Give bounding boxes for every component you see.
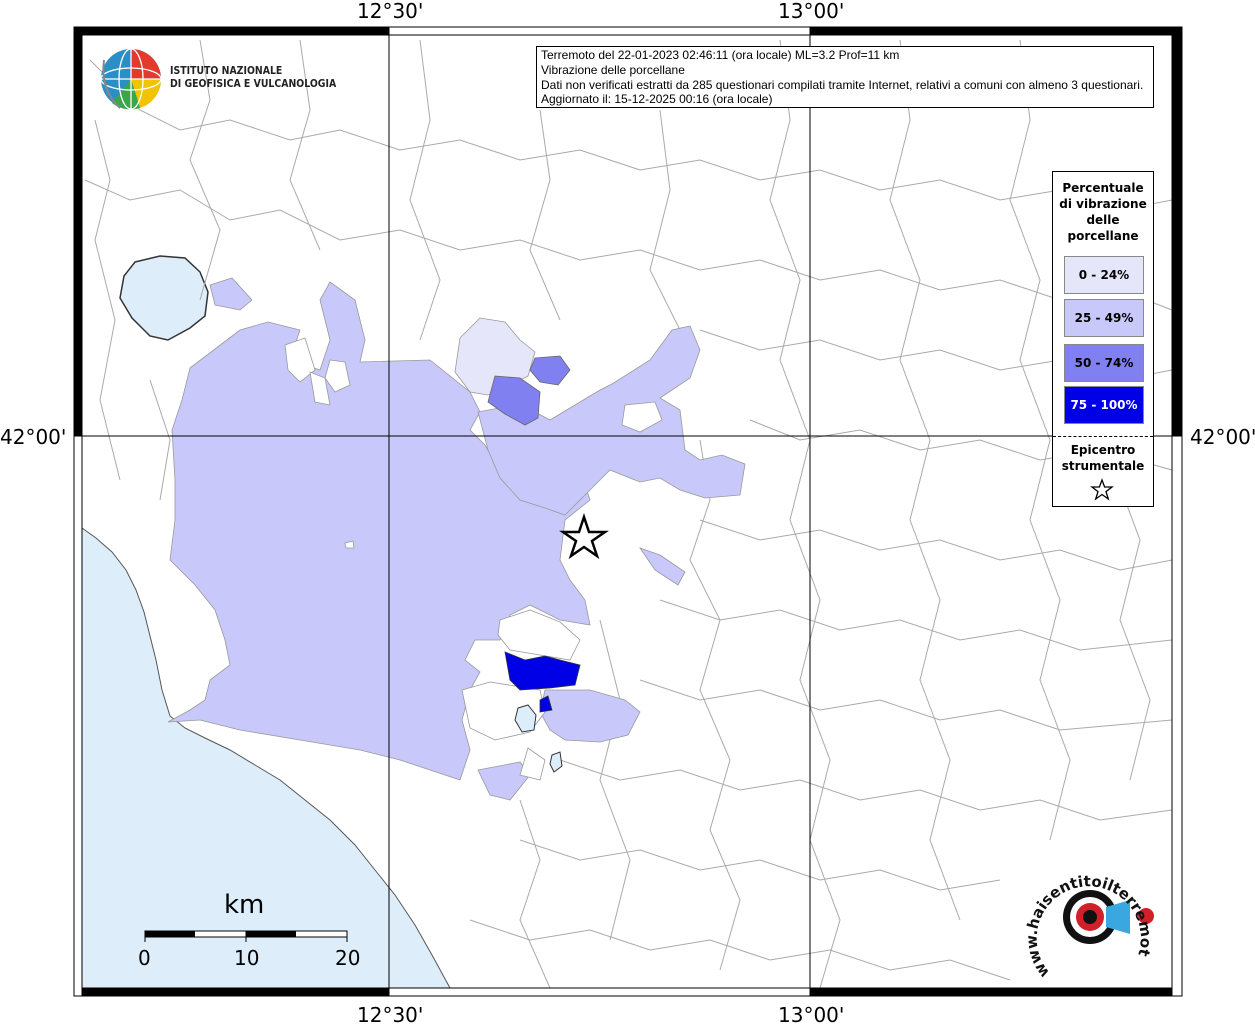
intensity-map: 12°30' 13°00' 12°30' 13°00' 42°00' 42°00…: [0, 0, 1255, 1027]
legend-title-line: porcellane: [1067, 229, 1139, 243]
scale-bar-tick-0: 0: [138, 946, 151, 970]
legend-swatch-label: 75 - 100%: [1070, 398, 1138, 412]
legend-swatch-label: 25 - 49%: [1074, 311, 1134, 325]
axis-label-left-4200: 42°00': [0, 425, 67, 449]
axis-label-right-4200: 42°00': [1190, 425, 1255, 449]
ingv-logo: ISTITUTO NAZIONALE DI GEOFISICA E VULCAN…: [98, 46, 336, 112]
legend-swatch-75-100: 75 - 100%: [1064, 386, 1144, 424]
ingv-logo-line1: ISTITUTO NAZIONALE: [170, 64, 283, 77]
legend-epicenter-line: Epicentro: [1070, 443, 1136, 457]
ingv-logo-text: ISTITUTO NAZIONALE DI GEOFISICA E VULCAN…: [170, 64, 336, 90]
legend-epicenter-line: strumentale: [1061, 459, 1145, 473]
event-info-line2: Vibrazione delle porcellane: [541, 62, 685, 77]
hsit-logo-label: www.haisentitoilterremoto.it: [1020, 845, 1155, 981]
legend-separator: [1053, 436, 1153, 437]
legend-swatch-25-49: 25 - 49%: [1064, 299, 1144, 337]
event-info-line3: Dati non verificati estratti da 285 ques…: [541, 77, 1144, 92]
legend-title-line: di vibrazione: [1059, 197, 1147, 211]
legend-swatch-50-74: 50 - 74%: [1064, 344, 1144, 382]
legend-title: Percentuale di vibrazione delle porcella…: [1053, 180, 1153, 244]
legend-swatch-0-24: 0 - 24%: [1064, 256, 1144, 294]
star-outline-icon: [1090, 478, 1114, 501]
hsit-logo-text: www.haisentitoilterremoto.it: [1020, 845, 1155, 981]
axis-label-bottom-1230: 12°30': [357, 1003, 424, 1027]
legend: Percentuale di vibrazione delle porcella…: [1052, 171, 1154, 507]
event-info-line1: Terremoto del 22-01-2023 02:46:11 (ora l…: [541, 48, 900, 62]
legend-title-line: delle: [1086, 213, 1120, 227]
scale-bar-unit: km: [224, 890, 265, 920]
ingv-logo-line2: DI GEOFISICA E VULCANOLOGIA: [170, 77, 337, 90]
axis-label-top-1230: 12°30': [357, 0, 424, 23]
legend-epicenter-title: Epicentro strumentale: [1053, 442, 1153, 474]
legend-swatch-label: 0 - 24%: [1078, 268, 1130, 282]
legend-swatch-label: 50 - 74%: [1074, 356, 1134, 370]
event-info-box: Terremoto del 22-01-2023 02:46:11 (ora l…: [536, 46, 1154, 108]
legend-title-line: Percentuale: [1062, 181, 1144, 195]
svg-text:www.haisentitoilterremoto.it: www.haisentitoilterremoto.it: [1020, 845, 1155, 981]
axis-label-bottom-1300: 13°00': [778, 1003, 845, 1027]
axis-label-top-1300: 13°00': [778, 0, 845, 23]
event-info-line4: Aggiornato il: 15-12-2025 00:16 (ora loc…: [541, 92, 773, 107]
scale-bar-tick-20: 20: [335, 946, 361, 970]
scale-bar-tick-10: 10: [234, 946, 260, 970]
